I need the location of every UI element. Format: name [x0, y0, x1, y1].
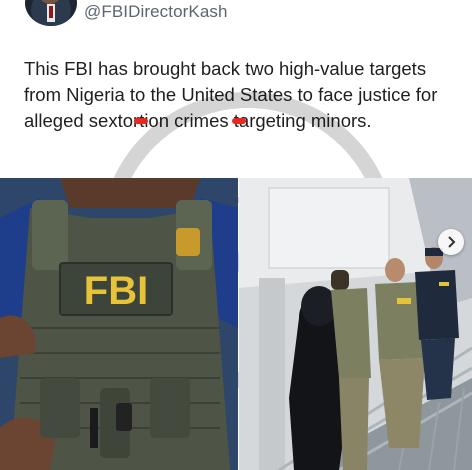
media-photo-fbi-vest[interactable]: FBI — [0, 178, 238, 470]
fbi-vest-illustration: FBI — [0, 178, 238, 470]
media-photo-extradition[interactable] — [239, 178, 472, 470]
redaction-mark — [134, 118, 148, 124]
chevron-right-icon — [448, 236, 456, 248]
avatar-tie — [49, 6, 53, 18]
vest-fbi-label: FBI — [84, 269, 148, 313]
redaction-mark — [232, 118, 246, 124]
extradition-scene-illustration — [239, 178, 472, 470]
tweet-header: @FBIDirectorKash — [0, 0, 472, 30]
author-handle[interactable]: @FBIDirectorKash — [84, 2, 228, 22]
carousel-next-button[interactable] — [438, 229, 464, 255]
author-avatar[interactable] — [25, 0, 77, 26]
